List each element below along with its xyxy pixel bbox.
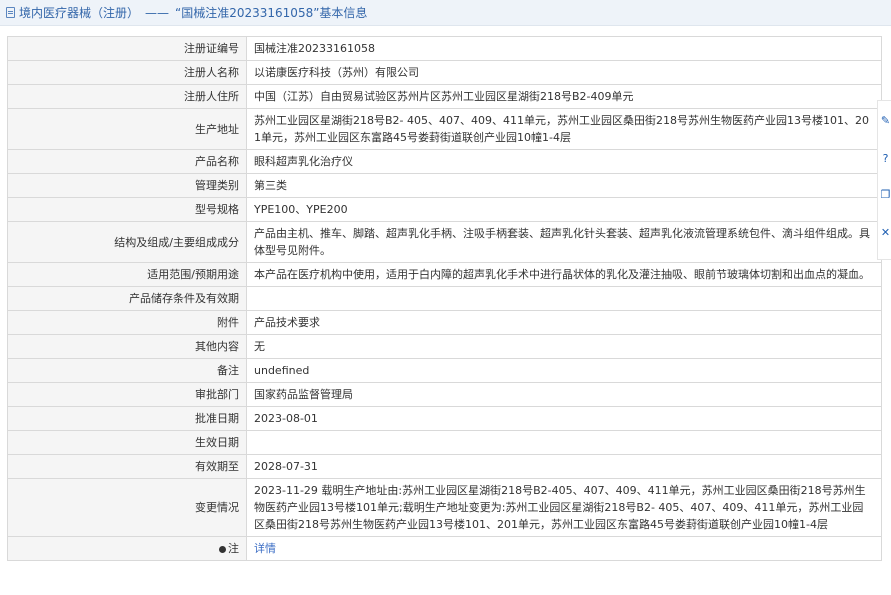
table-row-note: 注 详情 xyxy=(7,536,882,561)
row-label: 生效日期 xyxy=(7,430,247,455)
header-title: “国械注准20233161058”基本信息 xyxy=(175,6,368,20)
row-value: 产品技术要求 xyxy=(246,310,882,335)
table-row: 生产地址 苏州工业园区星湖街218号B2- 405、407、409、411单元，苏… xyxy=(7,108,882,150)
table-row: 产品名称 眼科超声乳化治疗仪 xyxy=(7,149,882,174)
row-label: 注册证编号 xyxy=(7,36,247,61)
header-separator: —— xyxy=(145,5,170,20)
row-label: 适用范围/预期用途 xyxy=(7,262,247,287)
row-value xyxy=(246,286,882,311)
table-row: 审批部门 国家药品监督管理局 xyxy=(7,382,882,407)
table-row: 结构及组成/主要组成成分 产品由主机、推车、脚踏、超声乳化手柄、注吸手柄套装、超声… xyxy=(7,221,882,263)
pin-icon xyxy=(219,545,226,553)
table-row: 产品储存条件及有效期 xyxy=(7,286,882,311)
row-value: 国械注准20233161058 xyxy=(246,36,882,61)
row-label: 产品名称 xyxy=(7,149,247,174)
row-label: 审批部门 xyxy=(7,382,247,407)
row-label: 批准日期 xyxy=(7,406,247,431)
details-link[interactable]: 详情 xyxy=(254,542,276,555)
table-row: 有效期至 2028-07-31 xyxy=(7,454,882,479)
row-value: 本产品在医疗机构中使用，适用于白内障的超声乳化手术中进行晶状体的乳化及灌注抽吸、… xyxy=(246,262,882,287)
help-icon[interactable]: ? xyxy=(880,153,891,165)
row-value: 2028-07-31 xyxy=(246,454,882,479)
row-value: YPE100、YPE200 xyxy=(246,197,882,222)
row-value: undefined xyxy=(246,358,882,383)
table-row: 变更情况 2023-11-29 载明生产地址由:苏州工业园区星湖街218号B2-4… xyxy=(7,478,882,537)
table-row: 批准日期 2023-08-01 xyxy=(7,406,882,431)
row-value: 中国（江苏）自由贸易试验区苏州片区苏州工业园区星湖街218号B2-409单元 xyxy=(246,84,882,109)
row-value: 2023-08-01 xyxy=(246,406,882,431)
row-value: 详情 xyxy=(246,536,882,561)
row-label: 管理类别 xyxy=(7,173,247,198)
row-label: 型号规格 xyxy=(7,197,247,222)
table-row: 注册证编号 国械注准20233161058 xyxy=(7,36,882,61)
table-row: 备注 undefined xyxy=(7,358,882,383)
row-value: 苏州工业园区星湖街218号B2- 405、407、409、411单元，苏州工业园… xyxy=(246,108,882,150)
row-value: 国家药品监督管理局 xyxy=(246,382,882,407)
row-value: 眼科超声乳化治疗仪 xyxy=(246,149,882,174)
row-value: 第三类 xyxy=(246,173,882,198)
copy-icon[interactable]: ❐ xyxy=(880,189,891,201)
table-row: 管理类别 第三类 xyxy=(7,173,882,198)
document-icon xyxy=(6,7,15,18)
row-value xyxy=(246,430,882,455)
row-label: 备注 xyxy=(7,358,247,383)
row-label: 附件 xyxy=(7,310,247,335)
row-value: 以诺康医疗科技（苏州）有限公司 xyxy=(246,60,882,85)
edit-icon[interactable]: ✎ xyxy=(880,115,891,127)
row-label: 生产地址 xyxy=(7,108,247,150)
row-label: 其他内容 xyxy=(7,334,247,359)
table-row: 注册人住所 中国（江苏）自由贸易试验区苏州片区苏州工业园区星湖街218号B2-40… xyxy=(7,84,882,109)
side-toolbar: ✎ ? ❐ ✕ xyxy=(877,100,891,260)
row-label: 产品储存条件及有效期 xyxy=(7,286,247,311)
table-row: 注册人名称 以诺康医疗科技（苏州）有限公司 xyxy=(7,60,882,85)
info-table: 注册证编号 国械注准20233161058 注册人名称 以诺康医疗科技（苏州）有限公司… xyxy=(7,36,882,561)
row-value: 产品由主机、推车、脚踏、超声乳化手柄、注吸手柄套装、超声乳化针头套装、超声乳化液… xyxy=(246,221,882,263)
page-header: 境内医疗器械（注册） —— “国械注准20233161058”基本信息 xyxy=(0,0,891,26)
header-category: 境内医疗器械（注册） xyxy=(19,6,140,20)
row-value: 2023-11-29 载明生产地址由:苏州工业园区星湖街218号B2-405、4… xyxy=(246,478,882,537)
row-label: 结构及组成/主要组成成分 xyxy=(7,221,247,263)
row-label: 变更情况 xyxy=(7,478,247,537)
row-label: 注 xyxy=(7,536,247,561)
close-icon[interactable]: ✕ xyxy=(880,227,891,239)
table-row: 其他内容无 xyxy=(7,334,882,359)
row-label: 注册人名称 xyxy=(7,60,247,85)
table-row: 生效日期 xyxy=(7,430,882,455)
row-label: 有效期至 xyxy=(7,454,247,479)
note-label: 注 xyxy=(228,542,239,555)
row-label: 注册人住所 xyxy=(7,84,247,109)
table-row: 适用范围/预期用途 本产品在医疗机构中使用，适用于白内障的超声乳化手术中进行晶状体… xyxy=(7,262,882,287)
row-value: 无 xyxy=(246,334,882,359)
table-row: 型号规格 YPE100、YPE200 xyxy=(7,197,882,222)
table-row: 附件 产品技术要求 xyxy=(7,310,882,335)
